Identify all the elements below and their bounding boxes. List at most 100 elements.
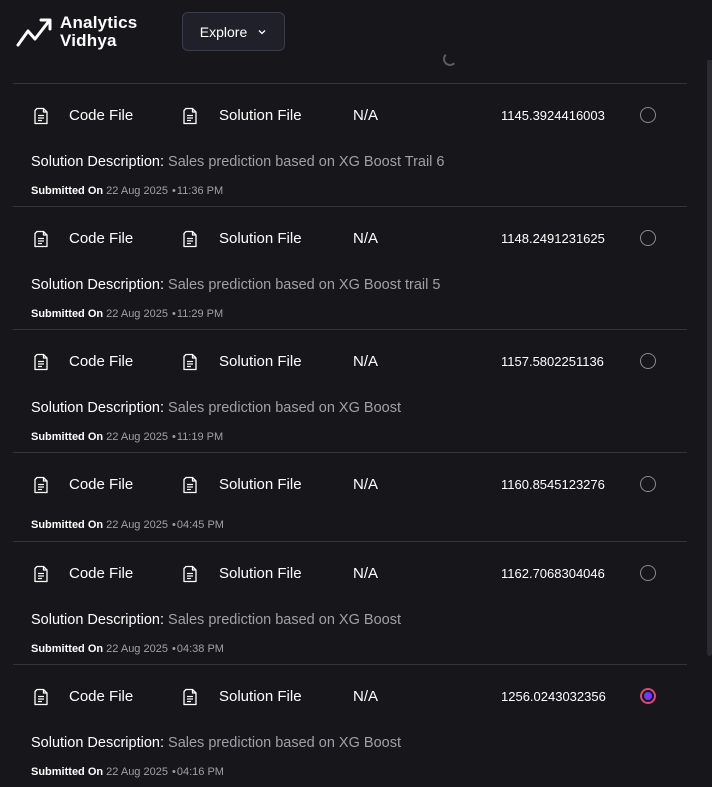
submission-row: Code File Solution File N/A 1148.2491231… [13,206,687,329]
separator-dot: • [172,185,176,197]
separator-dot: • [172,308,176,320]
submission-row: Code File Solution File N/A 1157.5802251… [13,329,687,452]
code-file-link[interactable]: Code File [69,688,133,705]
score-value: 1162.7068304046 [501,566,605,581]
explore-label: Explore [199,23,248,40]
solution-description: Solution Description: Sales prediction b… [31,400,401,416]
submitted-date: 22 Aug 2025 [106,519,168,531]
submitted-time: 11:19 PM [176,431,224,443]
submitted-date: 22 Aug 2025 [106,643,168,655]
submitted-date: 22 Aug 2025 [106,766,168,778]
select-submission-radio[interactable] [640,476,656,492]
solution-file-link[interactable]: Solution File [219,353,302,370]
na-value: N/A [353,230,379,247]
explore-dropdown-button[interactable]: Explore [182,12,285,51]
submitted-time: 04:38 PM [176,643,224,655]
code-file-icon[interactable] [33,688,49,706]
submitted-time: 04:16 PM [176,766,224,778]
select-submission-radio[interactable] [640,565,656,581]
code-file-icon[interactable] [33,476,49,494]
description-value: Sales prediction based on XG Boost [168,400,401,416]
submitted-on: Submitted On 22 Aug 2025 •04:16 PM [31,766,224,778]
submission-row: Code File Solution File N/A 1160.8545123… [13,452,687,541]
separator-dot: • [172,766,176,778]
code-file-icon[interactable] [33,107,49,125]
description-label: Solution Description: [31,277,164,293]
description-label: Solution Description: [31,400,164,416]
na-value: N/A [353,688,379,705]
description-value: Sales prediction based on XG Boost [168,735,401,751]
submitted-time: 04:45 PM [176,519,224,531]
score-value: 1256.0243032356 [501,689,606,704]
submitted-on: Submitted On 22 Aug 2025 •11:36 PM [31,185,223,197]
submitted-label: Submitted On [31,185,104,197]
submitted-on: Submitted On 22 Aug 2025 •04:45 PM [31,519,224,531]
submission-row: Code File Solution File N/A 1162.7068304… [13,541,687,664]
submitted-on: Submitted On 22 Aug 2025 •04:38 PM [31,643,224,655]
solution-file-link[interactable]: Solution File [219,688,302,705]
solution-file-icon[interactable] [182,107,198,125]
na-value: N/A [353,353,379,370]
code-file-icon[interactable] [33,230,49,248]
na-value: N/A [353,565,379,582]
solution-file-icon[interactable] [182,688,198,706]
top-header: Analytics Vidhya Explore [0,0,712,66]
separator-dot: • [172,643,176,655]
submitted-date: 22 Aug 2025 [106,308,168,320]
score-value: 1145.3924416003 [501,108,605,123]
solution-description: Solution Description: Sales prediction b… [31,154,445,170]
page-scrollbar[interactable] [707,44,712,656]
submitted-time: 11:29 PM [176,308,224,320]
description-value: Sales prediction based on XG Boost trail… [168,277,441,293]
solution-description: Solution Description: Sales prediction b… [31,277,440,293]
brand-line2: Vidhya [60,31,117,50]
na-value: N/A [353,476,379,493]
solution-file-icon[interactable] [182,565,198,583]
brand-line1: Analytics [60,13,138,32]
separator-dot: • [172,519,176,531]
code-file-icon[interactable] [33,565,49,583]
na-value: N/A [353,107,379,124]
submission-row: Code File Solution File N/A 1256.0243032… [13,664,687,787]
submitted-label: Submitted On [31,431,104,443]
select-submission-radio[interactable] [640,688,656,704]
description-label: Solution Description: [31,612,164,628]
solution-file-icon[interactable] [182,353,198,371]
submitted-time: 11:36 PM [176,185,224,197]
submitted-date: 22 Aug 2025 [106,431,168,443]
solution-file-link[interactable]: Solution File [219,230,302,247]
separator-dot: • [172,431,176,443]
code-file-link[interactable]: Code File [69,230,133,247]
description-label: Solution Description: [31,735,164,751]
score-value: 1160.8545123276 [501,477,605,492]
submissions-list: Code File Solution File N/A 1145.3924416… [13,83,687,787]
select-submission-radio[interactable] [640,353,656,369]
solution-description: Solution Description: Sales prediction b… [31,612,401,628]
brand-name: Analytics Vidhya [60,14,137,50]
solution-file-link[interactable]: Solution File [219,107,302,124]
score-value: 1157.5802251136 [501,354,604,369]
description-value: Sales prediction based on XG Boost [168,612,401,628]
solution-file-icon[interactable] [182,476,198,494]
description-label: Solution Description: [31,154,164,170]
code-file-icon[interactable] [33,353,49,371]
code-file-link[interactable]: Code File [69,476,133,493]
submitted-on: Submitted On 22 Aug 2025 •11:19 PM [31,431,223,443]
score-value: 1148.2491231625 [501,231,605,246]
analytics-vidhya-logo-icon [16,18,52,47]
code-file-link[interactable]: Code File [69,565,133,582]
loading-spinner-icon [443,52,457,66]
submitted-label: Submitted On [31,308,104,320]
chevron-down-icon [258,29,266,34]
code-file-link[interactable]: Code File [69,107,133,124]
submitted-label: Submitted On [31,519,104,531]
select-submission-radio[interactable] [640,107,656,123]
brand-logo[interactable]: Analytics Vidhya [16,14,137,50]
code-file-link[interactable]: Code File [69,353,133,370]
solution-file-link[interactable]: Solution File [219,565,302,582]
description-value: Sales prediction based on XG Boost Trail… [168,154,445,170]
submission-row: Code File Solution File N/A 1145.3924416… [13,83,687,206]
solution-file-link[interactable]: Solution File [219,476,302,493]
solution-file-icon[interactable] [182,230,198,248]
select-submission-radio[interactable] [640,230,656,246]
